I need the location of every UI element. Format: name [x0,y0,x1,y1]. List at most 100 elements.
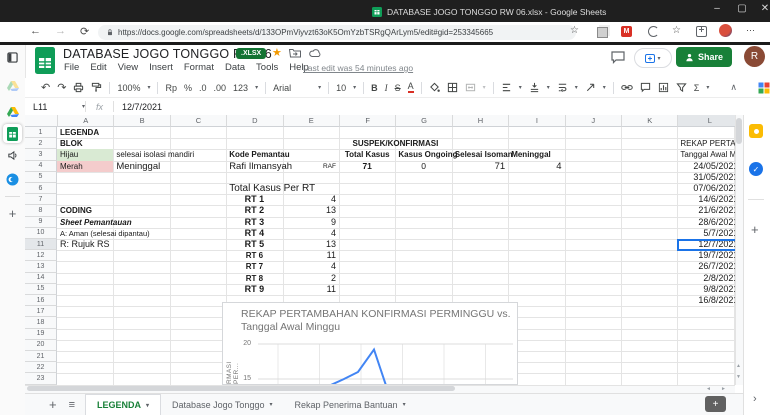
cell-L6[interactable]: 07/06/2021 [677,183,735,194]
forward-icon[interactable]: → [55,25,66,37]
zoom-select[interactable]: 100% [117,83,140,93]
cell-A11[interactable]: R: Rujuk RS [57,239,113,250]
cell-I3[interactable]: Meninggal [508,149,564,160]
explore-button[interactable]: + [705,396,726,412]
row-header-2[interactable]: 2 [25,138,57,150]
cell-G4[interactable]: 0 [395,161,451,172]
cell-E4[interactable]: RAF [283,161,339,172]
sidebar-add-icon[interactable]: + [5,206,20,221]
vertical-align-icon[interactable] [529,82,540,93]
font-select[interactable]: Arial [273,83,311,93]
layout-icon[interactable] [5,50,20,65]
scroll-up-icon[interactable]: ▲ [736,362,741,370]
cell-L15[interactable]: 9/8/2021 [677,284,735,295]
cell-B4[interactable]: Meninggal [113,161,169,172]
strikethrough-button[interactable]: S [395,83,401,93]
insert-link-icon[interactable] [621,82,633,93]
cell-H4[interactable]: 71 [452,161,508,172]
scroll-right-icon[interactable]: ► [721,385,726,393]
extension-c-icon[interactable] [648,26,659,37]
column-header-F[interactable]: F [339,115,396,127]
menu-item-edit[interactable]: Edit [90,62,106,73]
corner-box[interactable] [25,115,57,127]
cloud-status-icon[interactable] [309,48,322,58]
menu-item-file[interactable]: File [64,62,79,73]
refresh-icon[interactable]: ⟳ [80,25,89,38]
row-header-16[interactable]: 16 [25,295,57,307]
cell-E7[interactable]: 4 [283,194,339,205]
cell-D13[interactable]: RT 7 [226,261,282,272]
row-header-11[interactable]: 11 [25,239,57,251]
collections-icon[interactable] [696,26,707,37]
italic-button[interactable]: I [385,83,388,93]
cell-A8[interactable]: CODING [57,205,113,216]
column-header-G[interactable]: G [395,115,452,127]
spreadsheet-grid[interactable]: ABCDEFGHIJKL 1 2 3 4 5 6 7 8 9 10 11 12 13 14 15 16 17 18… [25,115,735,385]
cell-D12[interactable]: RT 6 [226,250,282,261]
cell-L2[interactable]: REKAP PERTAMBAHAN [677,138,735,149]
row-header-15[interactable]: 15 [25,283,57,295]
insert-chart-icon[interactable] [658,82,669,93]
undo-icon[interactable]: ↶ [41,81,50,94]
row-header-7[interactable]: 7 [25,194,57,206]
add-sheet-icon[interactable]: + [49,397,57,412]
column-header-A[interactable]: A [57,115,114,127]
collapse-toolbar-icon[interactable]: ∧ [730,82,737,93]
horizontal-scrollbar-thumb[interactable] [27,386,455,391]
cell-A3[interactable]: Hijau [57,149,114,161]
cell-L5[interactable]: 31/05/2021 [677,172,735,183]
column-header-J[interactable]: J [564,115,621,127]
text-wrap-icon[interactable] [557,82,568,93]
menu-item-data[interactable]: Data [225,62,245,73]
cell-E8[interactable]: 13 [283,205,339,216]
horizontal-align-icon[interactable] [501,82,512,93]
cell-L12[interactable]: 19/7/2021 [677,250,735,261]
menu-item-view[interactable]: View [118,62,138,73]
row-header-20[interactable]: 20 [25,339,57,351]
cell-E15[interactable]: 11 [283,284,339,295]
cell-L10[interactable]: 5/7/2021 [677,228,735,239]
extension-icon[interactable] [597,27,608,38]
cell-A10[interactable]: A: Aman (selesai dipantau) [57,228,150,239]
side-panel-add-icon[interactable]: + [751,222,759,237]
column-header-B[interactable]: B [113,115,170,127]
cell-H3[interactable]: Selesai Isoman [452,149,513,160]
last-edit-link[interactable]: Last edit was 54 minutes ago [303,63,413,73]
name-box[interactable]: L11 ▾ [25,102,85,112]
extension-m-icon[interactable]: M [621,26,632,37]
row-header-1[interactable]: 1 [25,127,57,139]
close-icon[interactable]: ✕ [756,3,770,14]
cell-G3[interactable]: Kasus Ongoing [395,149,457,160]
cell-L8[interactable]: 21/6/2021 [677,205,735,216]
cell-D6[interactable]: Total Kasus Per RT [226,183,315,194]
row-header-21[interactable]: 21 [25,351,57,363]
sheet-tab-legenda[interactable]: LEGENDA ▾ [85,393,162,415]
cell-E14[interactable]: 2 [283,273,339,284]
cell-A2[interactable]: BLOK [57,138,113,149]
cell-A9[interactable]: Sheet Pemantauan [57,217,132,228]
move-folder-icon[interactable] [289,48,301,58]
cell-I4[interactable]: 4 [508,161,564,172]
increase-decimal-button[interactable]: .00 [214,83,227,93]
row-header-6[interactable]: 6 [25,183,57,195]
insert-comment-icon[interactable] [640,82,651,93]
minimize-icon[interactable]: – [708,3,726,14]
row-header-10[interactable]: 10 [25,227,57,239]
column-header-C[interactable]: C [169,115,227,127]
row-header-18[interactable]: 18 [25,317,57,329]
cell-E11[interactable]: 13 [283,239,339,250]
account-avatar[interactable]: R [744,46,765,67]
cell-E12[interactable]: 11 [283,250,339,261]
print-icon[interactable] [73,82,84,93]
cell-D7[interactable]: RT 1 [226,194,282,205]
share-button[interactable]: Share [676,47,732,67]
vertical-scrollbar[interactable] [735,115,743,385]
sheet-tab-rekap-penerima-bantuan[interactable]: Rekap Penerima Bantuan ▾ [283,394,416,415]
cell-F3[interactable]: Total Kasus [339,149,395,160]
row-header-9[interactable]: 9 [25,216,57,228]
row-header-19[interactable]: 19 [25,328,57,340]
column-header-E[interactable]: E [282,115,339,127]
cell-L16[interactable]: 16/8/2021 [677,295,735,306]
side-panel-expand-icon[interactable]: › [753,393,757,405]
text-color-button[interactable]: A [407,82,414,93]
